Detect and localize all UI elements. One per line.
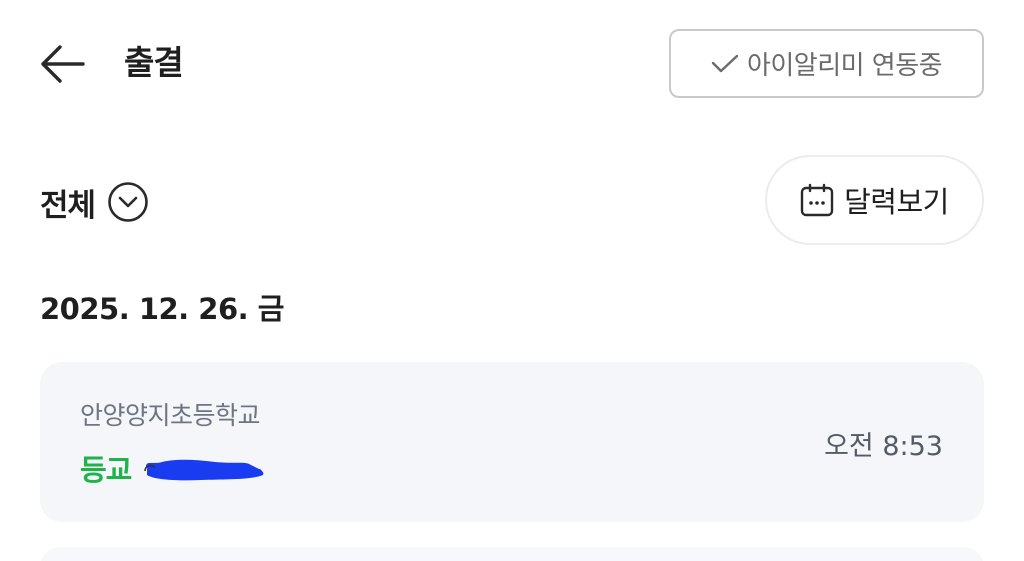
- calendar-icon: [800, 183, 834, 217]
- attendance-time: 오전 8:53: [824, 431, 943, 462]
- next-record-card[interactable]: [40, 547, 984, 561]
- arrow-left-icon: [41, 45, 85, 83]
- back-button[interactable]: [36, 40, 88, 88]
- redaction-scribble: [144, 459, 264, 481]
- school-name: 안양양지초등학교: [80, 401, 261, 430]
- ialimi-link-status-button[interactable]: 아이알리미 연동중: [669, 29, 984, 98]
- record-date-heading: 2025. 12. 26. 금: [40, 292, 284, 326]
- calendar-view-label: 달력보기: [844, 185, 949, 219]
- filter-dropdown[interactable]: 전체: [40, 178, 149, 226]
- link-status-label: 아이알리미 연동중: [746, 51, 943, 81]
- status-row: 등교: [80, 448, 269, 488]
- filter-label: 전체: [40, 187, 96, 224]
- calendar-view-button[interactable]: 달력보기: [765, 155, 984, 245]
- page-title: 출결: [124, 43, 184, 82]
- chevron-down-circle-icon: [108, 182, 148, 222]
- attendance-record-card[interactable]: 안양양지초등학교 등교 오전 8:53: [40, 362, 984, 522]
- attendance-screen: 출결 아이알리미 연동중 전체 달력보기 2025. 12. 26. 금 안양양…: [0, 0, 1024, 561]
- attendance-status: 등교: [80, 453, 132, 487]
- check-icon: [711, 54, 739, 72]
